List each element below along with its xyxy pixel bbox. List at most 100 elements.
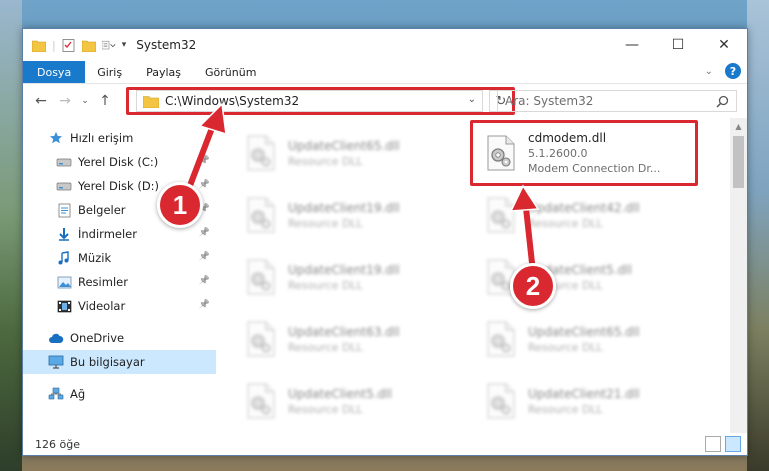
pin-icon[interactable]: 📌 (199, 300, 210, 310)
nav-item-label: Belgeler (78, 203, 126, 217)
drive-icon (56, 178, 72, 194)
dll-file-icon (238, 317, 282, 361)
window-title: System32 (136, 38, 197, 52)
nav-item-label: OneDrive (70, 331, 125, 345)
pin-icon[interactable]: 📌 (199, 156, 210, 166)
window-controls: — ☐ ✕ (609, 29, 747, 61)
item-count: 126 öğe (35, 437, 80, 451)
address-row: ← → ⌄ ↑ C:\Windows\System32 ⌄ ↻ Ara: Sys… (23, 83, 747, 117)
tab-home[interactable]: Giriş (85, 61, 134, 83)
tab-share[interactable]: Paylaş (134, 61, 193, 83)
step-callout-2: 2 (510, 263, 556, 309)
file-type: Resource DLL (288, 154, 363, 168)
file-explorer-window: | ▾ System32 — ☐ ✕ Dosya Giriş Paylaş Gö… (22, 28, 748, 456)
file-type: Resource DLL (288, 402, 363, 416)
file-tile[interactable]: UpdateClient5.dll Resource DLL (238, 372, 462, 430)
documents-icon (56, 202, 72, 218)
quick-access-toolbar: | ▾ (23, 39, 126, 52)
dll-file-icon (238, 131, 282, 175)
pin-icon[interactable]: 📌 (199, 252, 210, 262)
computer-icon (48, 354, 64, 370)
help-icon[interactable]: ? (725, 63, 741, 79)
minimize-button[interactable]: — (609, 29, 655, 61)
customize-toolbar-icon[interactable] (101, 39, 116, 52)
nav-item-label: Resimler (78, 275, 128, 289)
expand-ribbon-icon[interactable]: ⌄ (705, 66, 713, 77)
folder-icon (32, 40, 46, 52)
maximize-button[interactable]: ☐ (655, 29, 701, 61)
file-tile[interactable]: UpdateClient42.dll Resource DLL (478, 186, 702, 244)
cloud-icon (48, 330, 64, 346)
file-tile[interactable]: UpdateClient19.dll Resource DLL (238, 248, 462, 306)
file-tile[interactable]: UpdateClient65.dll Resource DLL (478, 310, 702, 368)
file-type: Resource DLL (288, 216, 363, 230)
file-name: UpdateClient42.dll (528, 200, 640, 215)
details-view-button[interactable] (705, 436, 721, 452)
nav-item-7[interactable]: Resimler 📌 (23, 270, 216, 294)
pin-icon[interactable]: 📌 (199, 180, 210, 190)
back-arrow-icon[interactable]: ← (29, 93, 53, 109)
dll-file-icon (238, 255, 282, 299)
file-tile[interactable]: UpdateClient19.dll Resource DLL (238, 186, 462, 244)
pictures-icon (56, 274, 72, 290)
nav-item-label: Bu bilgisayar (70, 355, 145, 369)
file-highlight-box (470, 120, 698, 186)
vertical-scrollbar[interactable]: ▲ (730, 118, 747, 433)
star-icon (48, 130, 64, 146)
desktop-background-left (0, 0, 22, 471)
nav-item-label: Videolar (78, 299, 126, 313)
search-input[interactable]: Ara: System32 (497, 90, 737, 112)
tab-file[interactable]: Dosya (23, 61, 86, 83)
pin-icon[interactable]: 📌 (199, 228, 210, 238)
title-bar: | ▾ System32 — ☐ ✕ (23, 29, 747, 61)
nav-item-label: Ağ (70, 387, 86, 401)
nav-item-8[interactable]: Videolar 📌 (23, 294, 216, 318)
nav-item-9[interactable]: OneDrive (23, 326, 216, 350)
status-bar: 126 öğe (23, 433, 747, 455)
tab-view[interactable]: Görünüm (193, 61, 268, 83)
file-list: ▲ UpdateClient65.dll Resource DLL cdmodem.… (216, 118, 747, 433)
file-name: UpdateClient19.dll (288, 262, 400, 277)
network-icon (48, 386, 64, 402)
properties-icon[interactable] (62, 38, 76, 52)
download-icon (56, 226, 72, 242)
close-button[interactable]: ✕ (701, 29, 747, 61)
nav-item-1[interactable]: Hızlı erişim (23, 126, 216, 150)
nav-item-label: Hızlı erişim (70, 131, 134, 145)
nav-item-6[interactable]: Müzik 📌 (23, 246, 216, 270)
file-type: Resource DLL (528, 402, 603, 416)
nav-item-label: İndirmeler (78, 227, 137, 241)
nav-item-2[interactable]: Yerel Disk (C:) 📌 (23, 150, 216, 174)
forward-arrow-icon[interactable]: → (53, 93, 77, 109)
ribbon-tabs: Dosya Giriş Paylaş Görünüm ⌄ ? (23, 61, 747, 83)
dll-file-icon (478, 317, 522, 361)
search-icon[interactable] (716, 95, 729, 108)
dropdown-arrow-icon[interactable]: ▾ (122, 40, 127, 50)
new-folder-icon[interactable] (81, 39, 96, 52)
nav-item-10[interactable]: Bu bilgisayar (23, 350, 216, 374)
file-name: UpdateClient5.dll (288, 386, 392, 401)
scrollbar-thumb[interactable] (733, 136, 744, 188)
recent-locations-icon[interactable]: ⌄ (77, 96, 93, 106)
file-tile[interactable]: UpdateClient21.dll Resource DLL (478, 372, 702, 430)
music-icon (56, 250, 72, 266)
dll-file-icon (478, 193, 522, 237)
pin-icon[interactable]: 📌 (199, 276, 210, 286)
file-name: UpdateClient63.dll (288, 324, 400, 339)
file-tile[interactable]: UpdateClient65.dll Resource DLL (238, 124, 462, 182)
file-name: UpdateClient65.dll (288, 138, 400, 153)
search-placeholder: Ara: System32 (505, 94, 594, 108)
file-type: Resource DLL (528, 216, 603, 230)
videos-icon (56, 298, 72, 314)
up-arrow-icon[interactable]: ↑ (93, 93, 117, 109)
dll-file-icon (238, 379, 282, 423)
nav-item-11[interactable]: Ağ (23, 382, 216, 406)
scroll-up-icon[interactable]: ▲ (730, 118, 747, 135)
tiles-view-button[interactable] (725, 436, 741, 452)
file-name: UpdateClient19.dll (288, 200, 400, 215)
file-type: Resource DLL (288, 340, 363, 354)
file-tile[interactable]: UpdateClient63.dll Resource DLL (238, 310, 462, 368)
nav-item-label: Yerel Disk (C:) (78, 155, 159, 169)
